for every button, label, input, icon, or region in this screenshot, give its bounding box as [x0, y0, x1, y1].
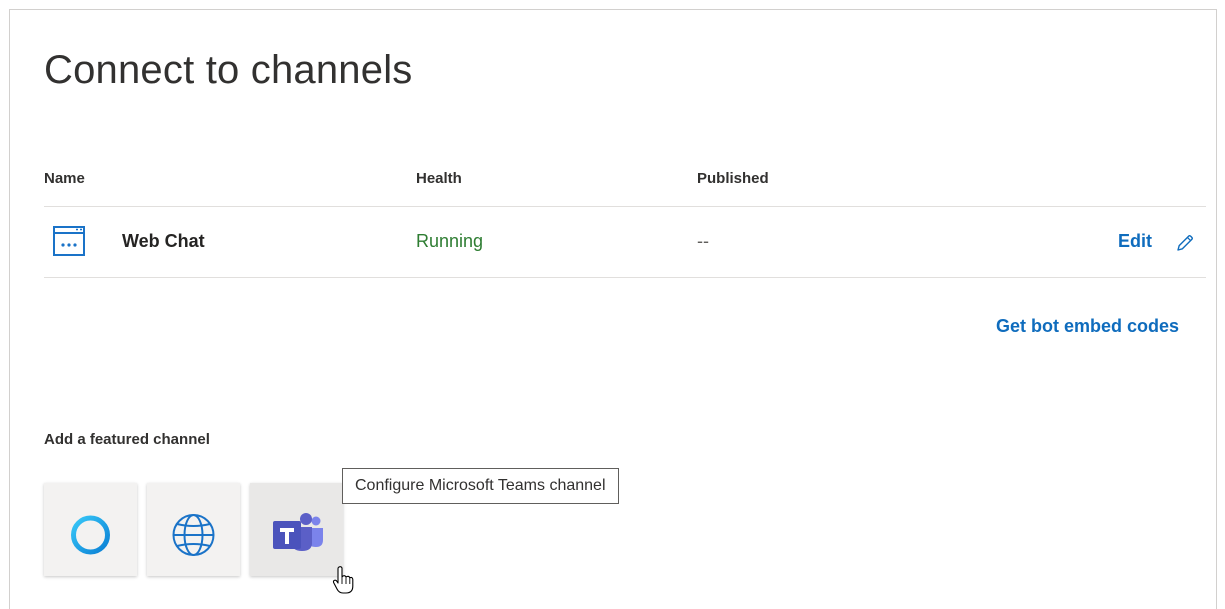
channel-tile-web[interactable] [147, 483, 240, 576]
column-header-health: Health [416, 170, 462, 187]
teams-tooltip: Configure Microsoft Teams channel [342, 468, 619, 504]
page-title: Connect to channels [44, 48, 413, 92]
channel-name: Web Chat [122, 231, 205, 251]
channels-panel: Connect to channels Name Health Publishe… [9, 9, 1217, 609]
edit-channel-button[interactable]: Edit [1118, 231, 1152, 252]
column-header-published: Published [697, 170, 769, 187]
channel-tile-microsoft-teams[interactable] [250, 483, 343, 576]
header-divider [44, 206, 1206, 207]
get-bot-embed-codes-link[interactable]: Get bot embed codes [996, 316, 1179, 337]
microsoft-teams-icon [273, 513, 323, 551]
cortana-icon [71, 515, 110, 555]
hand-pointer-cursor-icon [332, 566, 354, 594]
web-chat-icon [53, 226, 85, 256]
channel-health-status: Running [416, 231, 484, 251]
row-divider [44, 277, 1206, 278]
featured-channels-label: Add a featured channel [44, 431, 210, 448]
channel-published: -- [697, 231, 709, 251]
column-header-name: Name [44, 170, 85, 187]
globe-icon [172, 514, 215, 556]
channel-tile-cortana[interactable] [44, 483, 137, 576]
pencil-icon[interactable] [1175, 233, 1195, 253]
